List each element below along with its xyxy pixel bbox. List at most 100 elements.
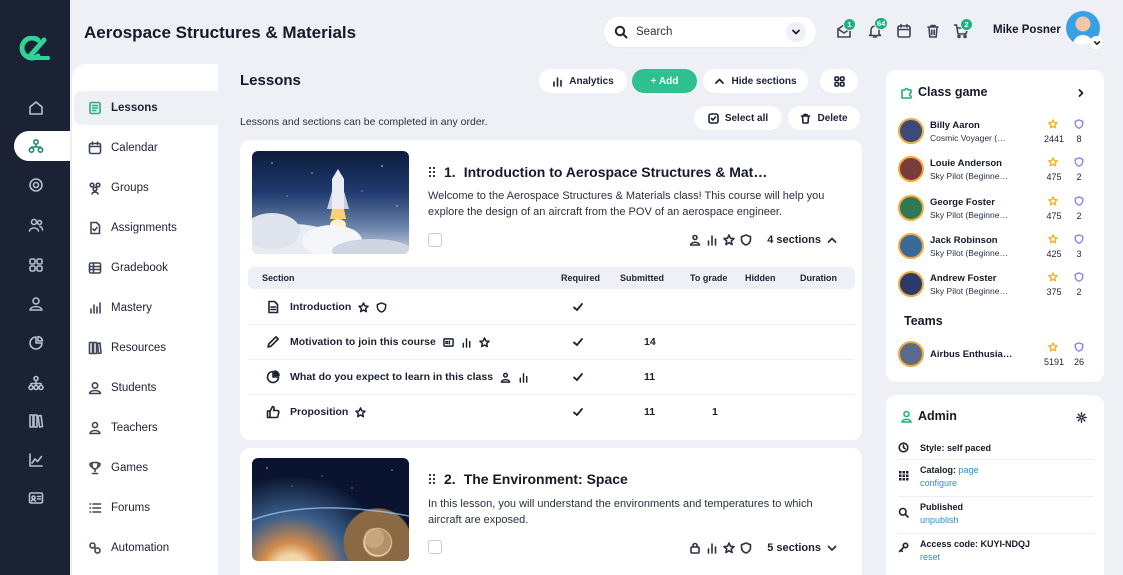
unpublish-link[interactable]: unpublish [920, 515, 959, 525]
star-icon[interactable] [355, 406, 367, 418]
shield-icon[interactable] [740, 234, 752, 246]
pie-chart-icon[interactable] [28, 335, 44, 351]
user-icon[interactable] [28, 296, 44, 312]
rail-item-courses[interactable] [14, 131, 70, 161]
lesson-title[interactable]: 2. The Environment: Space [428, 471, 628, 487]
to-grade-count: 1 [712, 406, 718, 418]
menu-item-mastery[interactable]: Mastery [74, 291, 218, 325]
mastery-icon [90, 302, 101, 314]
menu-item-calendar[interactable]: Calendar [74, 131, 218, 165]
section-title[interactable]: Introduction [290, 301, 351, 313]
table-row[interactable]: Proposition 11 1 [248, 395, 855, 430]
checkmark-icon [573, 338, 583, 346]
library-icon[interactable] [28, 413, 44, 429]
gear-icon[interactable] [1076, 412, 1087, 423]
player-row[interactable]: Andrew Foster Sky Pilot (Beginne… 375 2 [898, 270, 1094, 304]
drag-handle-icon[interactable] [428, 473, 436, 485]
catalog-configure-link[interactable]: configure [920, 478, 957, 488]
menu-item-games[interactable]: Games [74, 451, 218, 485]
id-card-icon[interactable] [443, 337, 454, 348]
table-row[interactable]: Motivation to join this course 14 [248, 325, 855, 360]
user-menu-chevron[interactable] [1090, 36, 1103, 49]
bar-chart-icon[interactable] [706, 234, 718, 246]
sections-count[interactable]: 5 sections [767, 542, 821, 554]
user-icon[interactable] [689, 234, 701, 246]
id-card-icon[interactable] [28, 490, 44, 506]
menu-item-groups[interactable]: Groups [74, 171, 218, 205]
player-row[interactable]: Billy Aaron Cosmic Voyager (… 2441 8 [898, 117, 1094, 151]
search-input[interactable]: Search [636, 26, 778, 38]
key-icon [898, 542, 909, 553]
submitted-count: 11 [644, 371, 656, 383]
star-icon[interactable] [358, 301, 370, 313]
admin-catalog-row: Catalog: page configure [898, 464, 1094, 492]
users-icon[interactable] [28, 217, 44, 233]
chevron-down-icon[interactable] [826, 542, 838, 554]
trash-icon[interactable] [925, 23, 941, 39]
grid-view-button[interactable] [820, 69, 858, 93]
drag-handle-icon[interactable] [428, 166, 436, 178]
shield-icon [1074, 342, 1084, 352]
lesson-checkbox[interactable] [428, 233, 442, 247]
reset-link[interactable]: reset [920, 552, 940, 562]
star-icon[interactable] [723, 542, 735, 554]
menu-item-forums[interactable]: Forums [74, 491, 218, 525]
menu-item-resources[interactable]: Resources [74, 331, 218, 365]
bar-chart-icon[interactable] [706, 542, 718, 554]
menu-item-assignments[interactable]: Assignments [74, 211, 218, 245]
calendar-icon[interactable] [896, 23, 912, 39]
star-icon[interactable] [723, 234, 735, 246]
menu-item-lessons[interactable]: Lessons [74, 91, 218, 125]
lesson-description: Welcome to the Aerospace Structures & Ma… [428, 190, 825, 218]
shield-icon[interactable] [740, 542, 752, 554]
admin-style-row: Style: self paced [898, 442, 1094, 456]
table-row[interactable]: Introduction [248, 290, 855, 325]
line-chart-icon[interactable] [28, 452, 44, 468]
lesson-card[interactable]: 2. The Environment: Space In this lesson… [240, 448, 862, 575]
lesson-title[interactable]: 1. Introduction to Aerospace Structures … [428, 164, 767, 180]
analytics-button[interactable]: Analytics [539, 69, 627, 93]
section-title[interactable]: Motivation to join this course [290, 336, 436, 348]
table-row[interactable]: What do you expect to learn in this clas… [248, 360, 855, 395]
lock-icon[interactable] [689, 542, 701, 554]
shield-icon[interactable] [376, 301, 387, 313]
section-title[interactable]: What do you expect to learn in this clas… [290, 371, 493, 383]
menu-item-teachers[interactable]: Teachers [74, 411, 218, 445]
player-row[interactable]: George Foster Sky Pilot (Beginne… 475 2 [898, 194, 1094, 228]
messages-badge: 1 [843, 18, 856, 31]
bar-chart-icon[interactable] [461, 337, 472, 348]
checkmark-icon [573, 373, 583, 381]
chevron-right-icon[interactable] [1076, 88, 1086, 98]
bar-chart-icon[interactable] [518, 372, 529, 383]
menu-item-students[interactable]: Students [74, 371, 218, 405]
checkmark-icon [573, 303, 583, 311]
add-button[interactable]: + Add [632, 69, 697, 93]
menu-item-gradebook[interactable]: Gradebook [74, 251, 218, 285]
team-row[interactable]: Airbus Enthusia… 5191 26 [898, 340, 1094, 374]
search-box[interactable]: Search [604, 17, 816, 47]
home-icon[interactable] [28, 100, 44, 116]
search-dropdown-button[interactable] [786, 22, 806, 42]
lesson-checkbox[interactable] [428, 540, 442, 554]
lesson-card[interactable]: 1. Introduction to Aerospace Structures … [240, 140, 862, 440]
network-icon[interactable] [28, 375, 44, 391]
player-level: Cosmic Voyager (… [930, 133, 1006, 143]
sections-count[interactable]: 4 sections [767, 234, 821, 246]
player-row[interactable]: Jack Robinson Sky Pilot (Beginne… 425 3 [898, 232, 1094, 266]
hide-sections-button[interactable]: Hide sections [703, 69, 808, 93]
grid-icon[interactable] [28, 257, 44, 273]
menu-item-automation[interactable]: Automation [74, 531, 218, 565]
chevron-up-icon[interactable] [826, 234, 838, 246]
logo-icon[interactable] [16, 36, 50, 62]
player-row[interactable]: Louie Anderson Sky Pilot (Beginne… 475 2 [898, 155, 1094, 189]
user-name[interactable]: Mike Posner [993, 24, 1061, 36]
user-icon[interactable] [500, 372, 511, 383]
catalog-page-link[interactable]: page [959, 465, 979, 475]
catalog-icon [899, 471, 909, 481]
star-icon[interactable] [479, 336, 490, 348]
section-title[interactable]: Proposition [290, 406, 348, 418]
avatar [898, 195, 924, 221]
select-all-button[interactable]: Select all [694, 106, 782, 130]
delete-button[interactable]: Delete [788, 106, 860, 130]
target-icon[interactable] [28, 177, 44, 193]
